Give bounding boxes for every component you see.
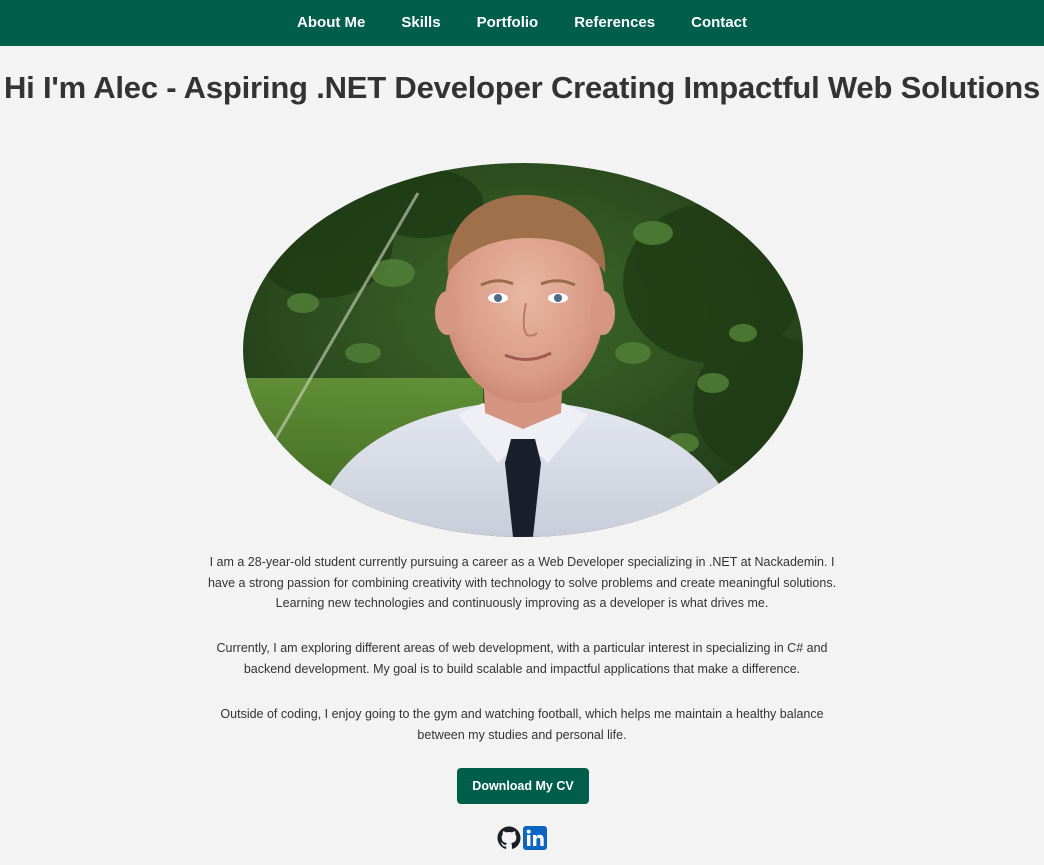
nav-item-about-me[interactable]: About Me bbox=[279, 0, 383, 46]
download-cv-button[interactable]: Download My CV bbox=[457, 768, 589, 804]
nav-item-portfolio[interactable]: Portfolio bbox=[459, 0, 557, 46]
top-navbar: About Me Skills Portfolio References Con… bbox=[0, 0, 1044, 46]
page-title: Hi I'm Alec - Aspiring .NET Developer Cr… bbox=[3, 70, 1041, 105]
github-link[interactable] bbox=[497, 826, 521, 850]
github-icon bbox=[497, 826, 521, 849]
about-paragraph-hobbies: Outside of coding, I enjoy going to the … bbox=[220, 707, 824, 742]
nav-item-references[interactable]: References bbox=[556, 0, 673, 46]
linkedin-link[interactable] bbox=[523, 826, 547, 850]
profile-photo bbox=[243, 163, 803, 537]
profile-photo-illustration bbox=[243, 163, 803, 537]
linkedin-icon bbox=[523, 826, 547, 850]
about-paragraph-current-focus: Currently, I am exploring different area… bbox=[216, 641, 828, 676]
nav-item-skills[interactable]: Skills bbox=[383, 0, 458, 46]
social-links bbox=[497, 826, 547, 850]
nav-item-contact[interactable]: Contact bbox=[673, 0, 765, 46]
about-paragraph-intro: I am a 28-year-old student currently pur… bbox=[207, 555, 837, 610]
main-nav: About Me Skills Portfolio References Con… bbox=[279, 0, 765, 46]
